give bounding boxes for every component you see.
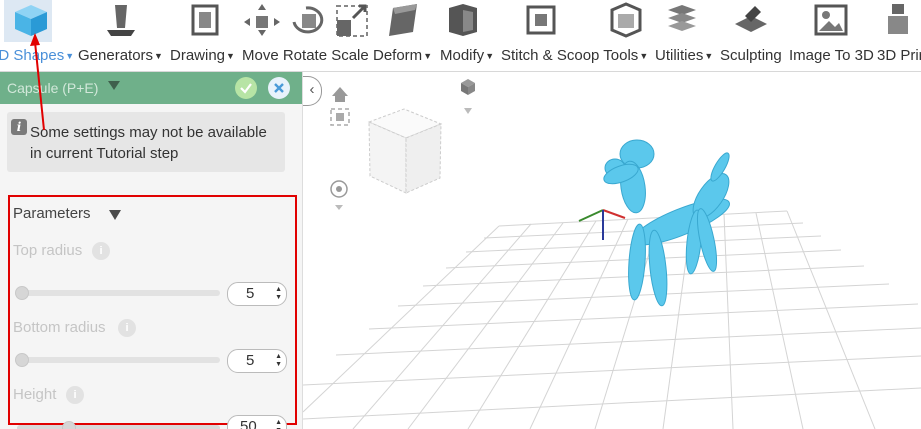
main-toolbar: 3D Shapes▼ Generators▼ Drawing▼ Move Rot…: [0, 0, 921, 72]
toolbar-menu: 3D Shapes▼ Generators▼ Drawing▼ Move Rot…: [0, 47, 921, 69]
balloon-dog-model[interactable]: [601, 139, 735, 307]
menu-label: Sculpting: [720, 47, 782, 64]
top-radius-label: Top radius: [13, 242, 83, 259]
fit-view-icon[interactable]: [330, 108, 350, 126]
close-icon: [274, 83, 284, 93]
parameters-section: Parameters Top radius i 5 ▲ ▼ Bottom radi…: [8, 195, 297, 429]
stitch-scoop-icon[interactable]: [521, 2, 561, 38]
utilities-icon[interactable]: [606, 2, 646, 38]
menu-label: Drawing: [170, 47, 226, 64]
help-icon[interactable]: i: [92, 242, 110, 260]
close-button[interactable]: [268, 77, 290, 99]
orbit-icon[interactable]: [330, 180, 348, 210]
menu-3d-print[interactable]: 3D Prin: [877, 47, 921, 64]
3d-print-icon[interactable]: [882, 2, 921, 38]
menu-sculpting[interactable]: Sculpting: [720, 47, 782, 64]
menu-label: 3D Shapes: [0, 47, 65, 64]
rotate-icon[interactable]: [288, 2, 328, 38]
caret-down-icon[interactable]: [109, 210, 121, 220]
input-value: 5: [246, 352, 255, 369]
bottom-radius-input[interactable]: 5 ▲ ▼: [227, 349, 287, 373]
layers-icon[interactable]: [662, 2, 702, 38]
help-icon[interactable]: i: [118, 319, 136, 337]
menu-label: Stitch & Scoop Tools: [501, 47, 639, 64]
caret-down-icon: ▼: [423, 51, 433, 61]
notice-text: Some settings may not be available in cu…: [30, 124, 267, 162]
home-view-icon[interactable]: [332, 87, 348, 102]
top-radius-input[interactable]: 5 ▲ ▼: [227, 282, 287, 306]
panel-header: Capsule (P+E): [0, 72, 302, 104]
capsule-panel: Capsule (P+E) i Some settings may not be…: [0, 72, 303, 429]
drawing-icon[interactable]: [185, 2, 225, 38]
height-slider[interactable]: [17, 421, 220, 429]
modify-icon[interactable]: [443, 2, 483, 38]
menu-generators[interactable]: Generators▼: [78, 47, 163, 64]
menu-move-rotate-scale[interactable]: Move Rotate Scale: [242, 47, 369, 64]
menu-label: Image To 3D: [789, 47, 874, 64]
menu-utilities[interactable]: Utilities▼: [655, 47, 713, 64]
menu-image-to-3d[interactable]: Image To 3D: [789, 47, 874, 64]
top-radius-slider[interactable]: [15, 286, 220, 300]
check-icon: [240, 83, 252, 94]
view-options-icon[interactable]: [461, 79, 475, 114]
menu-deform[interactable]: Deform▼: [373, 47, 432, 64]
deform-icon[interactable]: [383, 2, 423, 38]
panel-title: Capsule (P+E): [7, 80, 99, 96]
ground-grid: [303, 210, 921, 429]
caret-down-icon: ▼: [639, 51, 649, 61]
image-to-3d-icon[interactable]: [811, 2, 851, 38]
generators-icon[interactable]: [101, 2, 141, 38]
axis-gizmo: [578, 209, 626, 240]
bottom-radius-label: Bottom radius: [13, 319, 106, 336]
height-input[interactable]: 50 ▲▼: [227, 415, 287, 429]
menu-label: Utilities: [655, 47, 704, 64]
caret-down-icon: ▼: [226, 51, 235, 61]
spinner-icon[interactable]: ▲▼: [275, 286, 282, 302]
confirm-button[interactable]: [235, 77, 257, 99]
slider-handle[interactable]: [62, 421, 76, 429]
menu-stitch-scoop[interactable]: Stitch & Scoop Tools▼: [501, 47, 648, 64]
menu-modify[interactable]: Modify▼: [440, 47, 494, 64]
spinner-icon[interactable]: ▲▼: [275, 353, 282, 369]
info-icon: i: [11, 119, 27, 135]
spinner-icon[interactable]: ▲▼: [275, 419, 282, 429]
input-value: 5: [246, 285, 255, 302]
move-icon[interactable]: [242, 2, 282, 38]
menu-drawing[interactable]: Drawing▼: [170, 47, 235, 64]
sculpting-icon[interactable]: [731, 2, 771, 38]
slider-handle[interactable]: [15, 353, 29, 367]
menu-label: Generators: [78, 47, 154, 64]
menu-label: Deform: [373, 47, 423, 64]
help-icon[interactable]: i: [66, 386, 84, 404]
caret-down-icon[interactable]: [108, 81, 120, 90]
parameters-title: Parameters: [13, 205, 91, 222]
cube-shapes-icon[interactable]: [11, 2, 51, 38]
caret-down-icon: ▼: [154, 51, 163, 61]
caret-down-icon: ▼: [485, 51, 495, 61]
slider-handle[interactable]: [15, 286, 29, 300]
menu-label: 3D Prin: [877, 47, 921, 64]
menu-label: Modify: [440, 47, 485, 64]
input-value: 50: [240, 418, 257, 429]
3d-viewport[interactable]: ‹: [303, 72, 921, 429]
scene-canvas: [303, 79, 921, 429]
caret-down-icon: ▼: [65, 51, 75, 61]
scale-icon[interactable]: [333, 2, 373, 38]
menu-label: Move Rotate Scale: [242, 47, 369, 64]
tutorial-notice: i Some settings may not be available in …: [7, 112, 285, 172]
menu-3d-shapes[interactable]: 3D Shapes▼: [0, 47, 74, 64]
bottom-radius-slider[interactable]: [15, 353, 220, 367]
height-label: Height: [13, 386, 57, 403]
caret-down-icon: ▼: [704, 51, 714, 61]
view-cube[interactable]: [367, 108, 443, 194]
